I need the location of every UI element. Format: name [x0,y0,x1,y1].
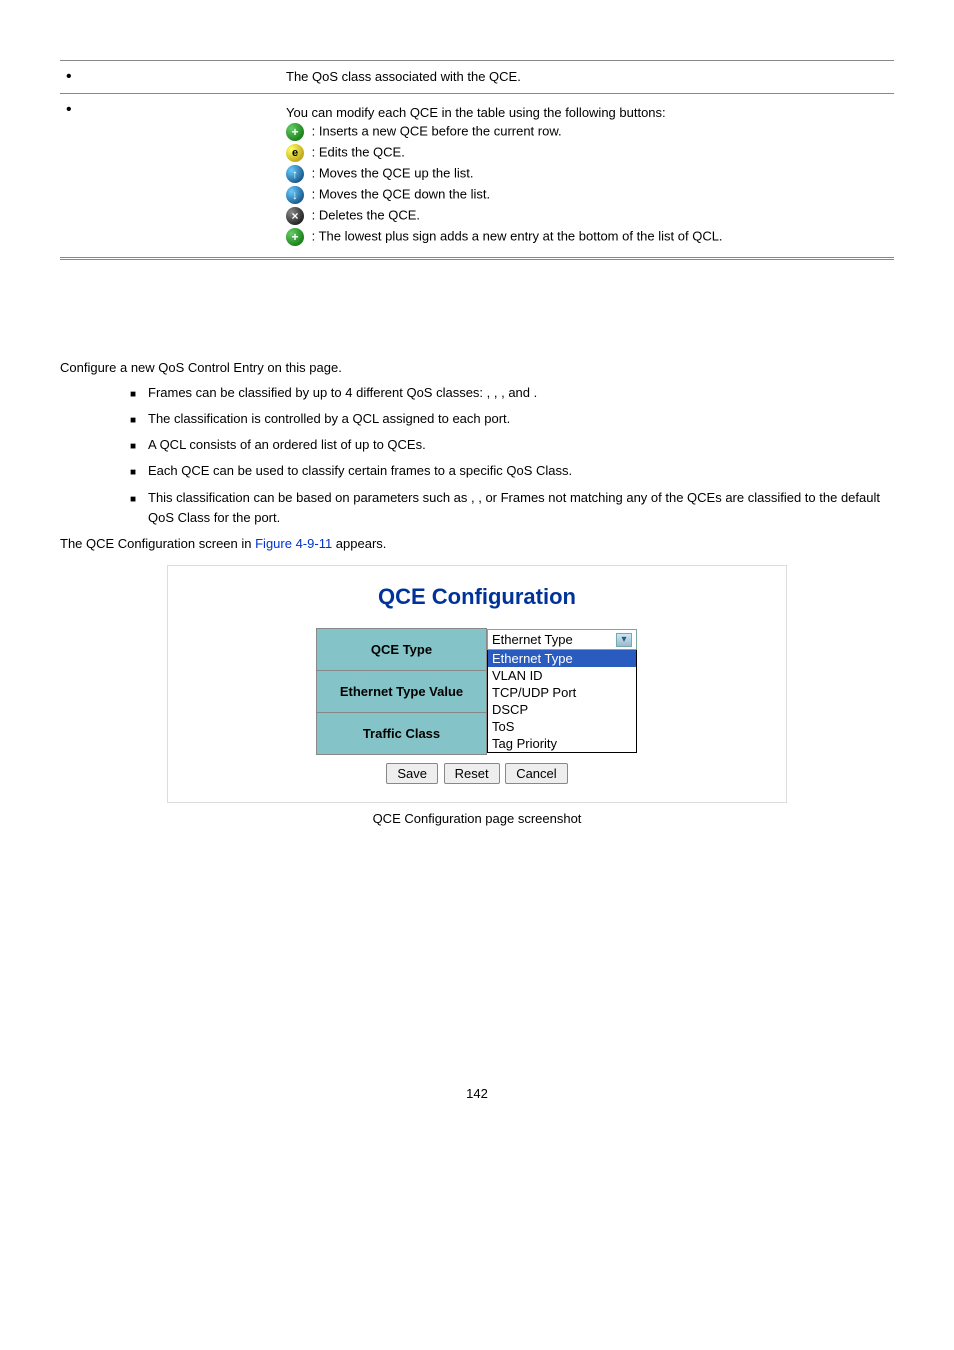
save-button[interactable]: Save [386,763,438,784]
table-cell-text: The QoS class associated with the QCE. [280,61,894,94]
icon-desc-line: × : Deletes the QCE. [286,207,888,225]
dropdown-option[interactable]: Ethernet Type [488,650,636,667]
plus-icon: + [286,228,304,246]
down-icon: ↓ [286,186,304,204]
feature-list: Frames can be classified by up to 4 diff… [60,383,894,528]
qce-type-dropdown[interactable]: Ethernet Type ▾ Ethernet Type VLAN ID TC… [487,629,637,753]
list-item: The classification is controlled by a QC… [130,409,894,429]
figure-caption: QCE Configuration page screenshot [60,811,894,826]
icon-desc-line: + : Inserts a new QCE before the current… [286,123,888,141]
qce-form-table: QCE Type Ethernet Type ▾ Ethernet Type V… [316,628,638,755]
qce-label-traffic: Traffic Class [317,712,487,754]
qce-label-ethvalue: Ethernet Type Value [317,670,487,712]
list-item: Frames can be classified by up to 4 diff… [130,383,894,403]
table-cell-buttons-desc: You can modify each QCE in the table usi… [280,94,894,259]
dropdown-option[interactable]: Tag Priority [488,735,636,752]
reset-button[interactable]: Reset [444,763,500,784]
icon-desc-line: e : Edits the QCE. [286,144,888,162]
icon-desc-text: : Moves the QCE up the list. [312,165,474,180]
buttons-intro: You can modify each QCE in the table usi… [286,105,888,120]
figref-pre: The QCE Configuration screen in [60,536,255,551]
icon-desc-line: + : The lowest plus sign adds a new entr… [286,228,888,246]
icon-description-table: • The QoS class associated with the QCE.… [60,60,894,260]
qce-title: QCE Configuration [188,584,766,610]
dropdown-list: Ethernet Type VLAN ID TCP/UDP Port DSCP … [487,650,637,753]
table-row-bullet: • [60,94,280,259]
dropdown-option[interactable]: DSCP [488,701,636,718]
icon-desc-text: : Inserts a new QCE before the current r… [312,123,562,138]
icon-desc-text: : The lowest plus sign adds a new entry … [312,228,723,243]
button-row: Save Reset Cancel [188,763,766,784]
list-item: This classification can be based on para… [130,488,894,528]
cancel-button[interactable]: Cancel [505,763,567,784]
list-item: A QCL consists of an ordered list of up … [130,435,894,455]
dropdown-selected-text: Ethernet Type [492,632,573,647]
figure-reference-line: The QCE Configuration screen in Figure 4… [60,536,894,551]
icon-desc-line: ↓ : Moves the QCE down the list. [286,186,888,204]
qce-config-panel: QCE Configuration QCE Type Ethernet Type… [167,565,787,803]
figref-post: appears. [332,536,386,551]
dropdown-selected[interactable]: Ethernet Type ▾ [487,629,637,650]
delete-icon: × [286,207,304,225]
edit-icon: e [286,144,304,162]
plus-icon: + [286,123,304,141]
icon-desc-line: ↑ : Moves the QCE up the list. [286,165,888,183]
qce-label-type: QCE Type [317,628,487,670]
icon-desc-text: : Deletes the QCE. [312,207,420,222]
dropdown-option[interactable]: VLAN ID [488,667,636,684]
up-icon: ↑ [286,165,304,183]
page-number: 142 [60,1086,894,1101]
dropdown-option[interactable]: TCP/UDP Port [488,684,636,701]
dropdown-option[interactable]: ToS [488,718,636,735]
chevron-down-icon[interactable]: ▾ [616,633,632,647]
icon-desc-text: : Moves the QCE down the list. [312,186,490,201]
list-item: Each QCE can be used to classify certain… [130,461,894,481]
icon-desc-text: : Edits the QCE. [312,144,405,159]
figure-link[interactable]: Figure 4-9-11 [255,536,332,551]
intro-text: Configure a new QoS Control Entry on thi… [60,360,894,375]
table-row-bullet: • [60,61,280,94]
